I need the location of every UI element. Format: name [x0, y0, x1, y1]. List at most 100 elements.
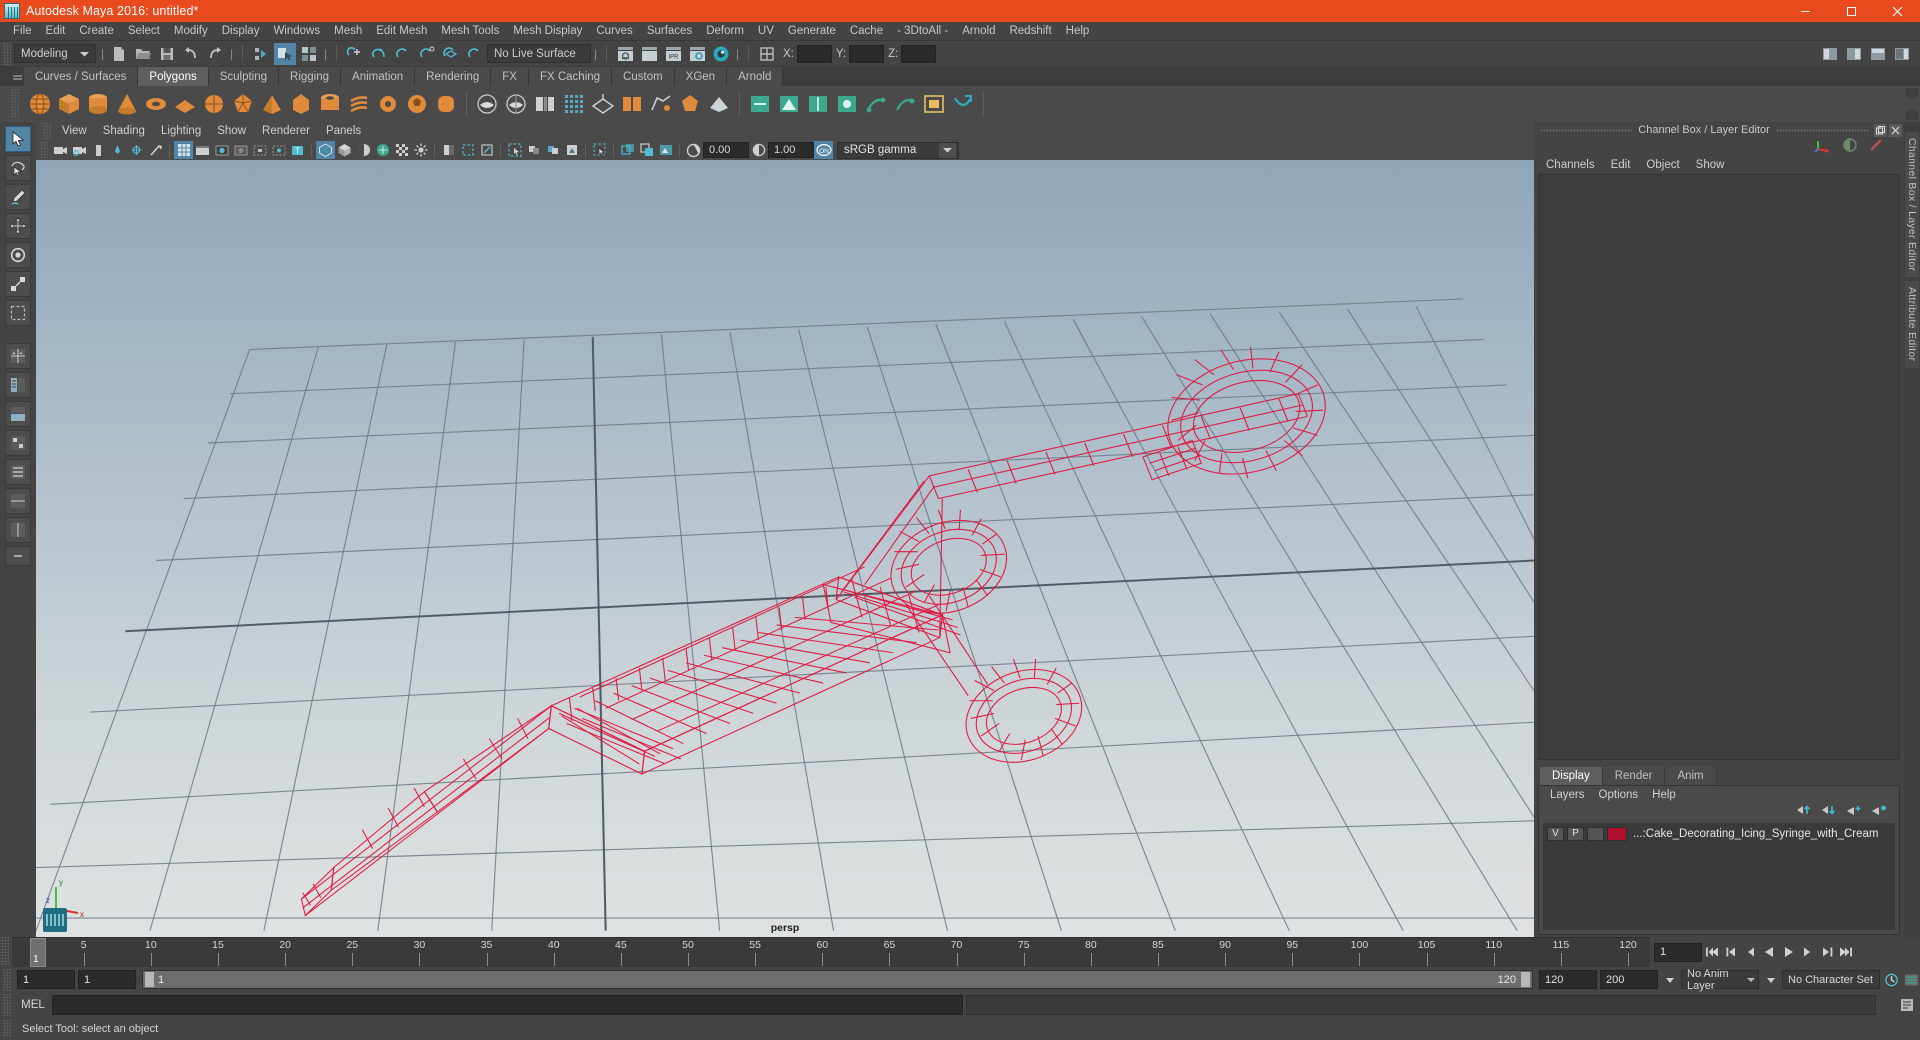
- vtab-channel-box-layer-editor[interactable]: Channel Box / Layer Editor: [1905, 132, 1919, 278]
- new-layer-from-selected-icon[interactable]: [1871, 803, 1887, 821]
- shelf-tab-fx-caching[interactable]: FX Caching: [528, 67, 613, 86]
- channel-menu-show[interactable]: Show: [1688, 159, 1733, 171]
- dock-drag-dots[interactable]: [1540, 128, 1633, 132]
- menu-modify[interactable]: Modify: [167, 22, 215, 41]
- menu-arnold[interactable]: Arnold: [955, 22, 1002, 41]
- go-to-end-icon[interactable]: [1837, 943, 1854, 962]
- panel-layout-3-icon[interactable]: [656, 141, 675, 159]
- view-transform-combo[interactable]: sRGB gamma: [837, 141, 959, 159]
- range-slider[interactable]: 1 120: [142, 970, 1533, 989]
- move-layer-up-icon[interactable]: [1796, 803, 1812, 821]
- persp-graph-layout[interactable]: [5, 401, 31, 427]
- menu-3dtoall[interactable]: - 3DtoAll -: [890, 22, 955, 41]
- poly-disc-icon[interactable]: [200, 89, 228, 119]
- input-output-connections-icon[interactable]: [756, 43, 778, 65]
- color-management-toggle-icon[interactable]: ON: [814, 141, 833, 159]
- layer-menu-help[interactable]: Help: [1645, 789, 1683, 801]
- last-tool-used[interactable]: [5, 300, 31, 326]
- poly-pyramid-icon[interactable]: [258, 89, 286, 119]
- time-slider[interactable]: 1 5 10 15 20 25 30 35 40 45 50 55 60 65 70 75 80 85 90 95 1…: [12, 937, 1650, 967]
- menu-create[interactable]: Create: [72, 22, 121, 41]
- bookmark-icon[interactable]: [108, 141, 127, 159]
- wireframe-on-shaded-icon[interactable]: [354, 141, 373, 159]
- poly-soccerball-icon[interactable]: [403, 89, 431, 119]
- two-pane-layout[interactable]: [5, 517, 31, 543]
- current-frame-field[interactable]: 1: [1654, 942, 1702, 962]
- wedge-icon[interactable]: [891, 89, 919, 119]
- exposure-field[interactable]: 0.00: [703, 142, 749, 158]
- layer-menu-options[interactable]: Options: [1592, 789, 1646, 801]
- lasso-select-tool[interactable]: [5, 155, 31, 181]
- statusline-gripper[interactable]: [2, 42, 11, 65]
- gamma-field[interactable]: 1.00: [768, 142, 814, 158]
- gate-mask-icon[interactable]: [231, 141, 250, 159]
- menu-edit-mesh[interactable]: Edit Mesh: [369, 22, 434, 41]
- paint-select-tool[interactable]: [5, 184, 31, 210]
- separate-icon[interactable]: [502, 89, 530, 119]
- layer-shading-toggle[interactable]: [1587, 826, 1604, 841]
- layer-menu-layers[interactable]: Layers: [1543, 789, 1592, 801]
- viewport-menu-show[interactable]: Show: [209, 122, 254, 140]
- layer-editor-toggle-icon[interactable]: [1868, 137, 1884, 158]
- close-button[interactable]: [1874, 0, 1920, 22]
- menu-display[interactable]: Display: [215, 22, 267, 41]
- undo-icon[interactable]: [180, 43, 202, 65]
- poly-pipe-icon[interactable]: [316, 89, 344, 119]
- poly-platonic-icon[interactable]: [229, 89, 257, 119]
- shelf-tab-rendering[interactable]: Rendering: [415, 67, 492, 86]
- menu-generate[interactable]: Generate: [781, 22, 843, 41]
- tab-render[interactable]: Render: [1602, 767, 1666, 785]
- poly-helix-icon[interactable]: [345, 89, 373, 119]
- snap-to-grid-icon[interactable]: [344, 43, 366, 65]
- attribute-editor-toggle-icon[interactable]: [1842, 137, 1858, 158]
- shelf-tab-xgen[interactable]: XGen: [674, 67, 728, 86]
- shelf-tab-animation[interactable]: Animation: [341, 67, 416, 86]
- step-back-key-icon[interactable]: [1723, 943, 1740, 962]
- new-scene-icon[interactable]: [108, 43, 130, 65]
- layer-visibility-toggle[interactable]: V: [1547, 826, 1564, 841]
- select-by-hierarchy-icon[interactable]: [250, 43, 272, 65]
- menu-uv[interactable]: UV: [751, 22, 781, 41]
- shaded-icon[interactable]: [335, 141, 354, 159]
- toggle-frame-icon[interactable]: [524, 141, 543, 159]
- show-hide-attribute-editor-icon[interactable]: [1843, 43, 1865, 65]
- coord-y-field[interactable]: [849, 44, 885, 63]
- use-all-lights-icon[interactable]: [373, 141, 392, 159]
- film-gate-icon[interactable]: [193, 141, 212, 159]
- show-hide-tool-settings-icon[interactable]: [1867, 43, 1889, 65]
- depth-of-field-icon[interactable]: [477, 141, 496, 159]
- poly-torus-icon[interactable]: [142, 89, 170, 119]
- menu-set-selector[interactable]: Modeling: [14, 44, 96, 63]
- range-start-handle[interactable]: [145, 972, 154, 987]
- viewport-menu-lighting[interactable]: Lighting: [153, 122, 209, 140]
- poke-icon[interactable]: [949, 89, 977, 119]
- layer-playback-toggle[interactable]: P: [1567, 826, 1584, 841]
- title-safe-icon[interactable]: T: [288, 141, 307, 159]
- channel-menu-object[interactable]: Object: [1638, 159, 1687, 171]
- menu-redshift[interactable]: Redshift: [1002, 22, 1058, 41]
- character-set-combo[interactable]: No Character Set: [1782, 970, 1880, 989]
- sculpt-icon[interactable]: [833, 89, 861, 119]
- booleans-icon[interactable]: [531, 89, 559, 119]
- help-line-gripper[interactable]: [2, 1020, 11, 1038]
- layer-name[interactable]: ...:Cake_Decorating_Icing_Syringe_with_C…: [1633, 828, 1878, 840]
- mirror-icon[interactable]: [804, 89, 832, 119]
- perspective-viewport[interactable]: y x z persp: [36, 160, 1534, 937]
- exposure-icon[interactable]: [684, 141, 703, 159]
- render-sequence-icon[interactable]: [638, 43, 660, 65]
- extrude-icon[interactable]: [589, 89, 617, 119]
- two-d-pan-zoom-icon[interactable]: [146, 141, 165, 159]
- persp-outliner-layout[interactable]: [5, 372, 31, 398]
- panel-layout-1-icon[interactable]: [618, 141, 637, 159]
- shelf-tab-rigging[interactable]: Rigging: [279, 67, 342, 86]
- shelf-tab-polygons[interactable]: Polygons: [138, 67, 209, 86]
- viewport-menu-shading[interactable]: Shading: [95, 122, 153, 140]
- poly-cylinder-icon[interactable]: [84, 89, 112, 119]
- range-gripper[interactable]: [2, 968, 11, 991]
- image-plane-icon[interactable]: [127, 141, 146, 159]
- tab-display[interactable]: Display: [1540, 767, 1603, 785]
- shelf-icons-gripper[interactable]: [10, 89, 19, 119]
- poly-sphere-icon[interactable]: [26, 89, 54, 119]
- command-input[interactable]: [52, 995, 963, 1015]
- auto-keyframe-icon[interactable]: [1883, 970, 1900, 989]
